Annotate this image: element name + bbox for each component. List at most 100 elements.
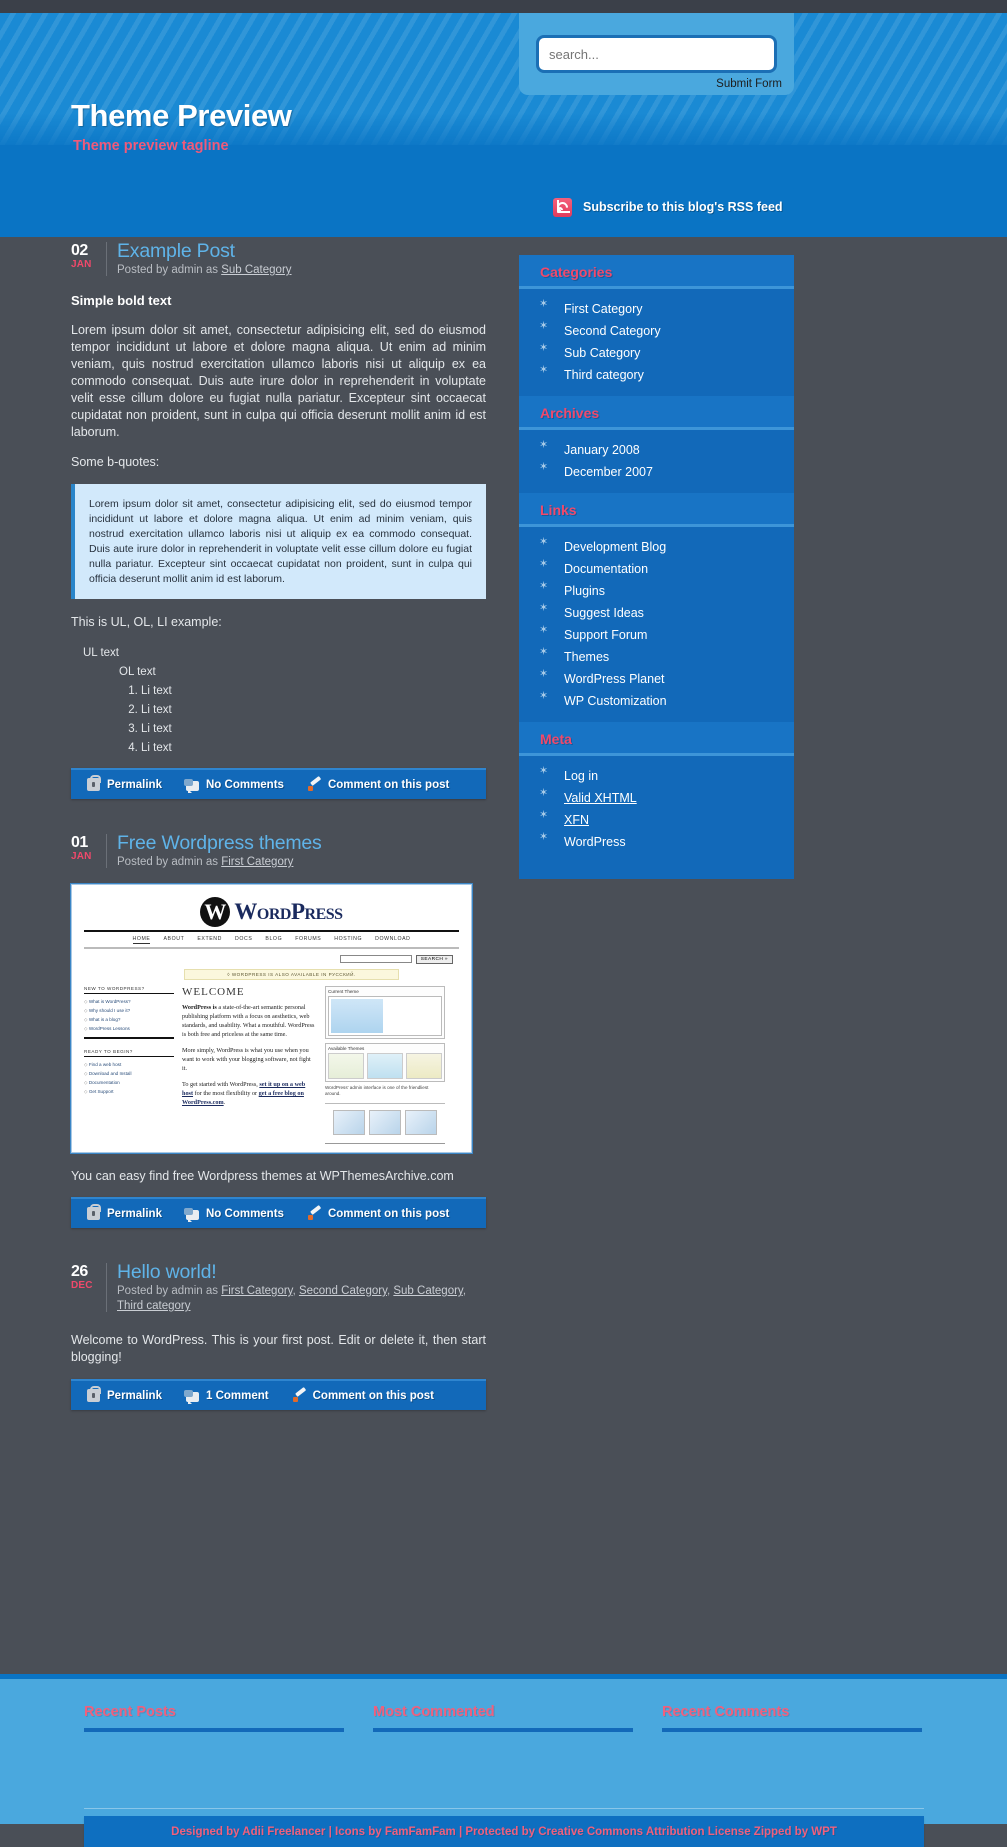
comment-on-post-button[interactable]: Comment on this post bbox=[292, 1389, 434, 1402]
search-input[interactable] bbox=[536, 35, 777, 73]
permalink-button[interactable]: Permalink bbox=[87, 775, 162, 791]
wp-nav-item[interactable]: HOME bbox=[132, 936, 151, 944]
sidebar-item-documentation[interactable]: Documentation bbox=[519, 558, 794, 580]
rss-icon bbox=[553, 197, 572, 217]
post-paragraph: Welcome to WordPress. This is your first… bbox=[71, 1333, 486, 1364]
sidebar-item-label[interactable]: Themes bbox=[564, 650, 609, 664]
post-body: Welcome to WordPress. This is your first… bbox=[71, 1332, 486, 1366]
sidebar-item-label[interactable]: XFN bbox=[564, 813, 589, 827]
sidebar-item-label[interactable]: Documentation bbox=[564, 562, 648, 576]
sidebar-item-sub-category[interactable]: Sub Category bbox=[519, 342, 794, 364]
sidebar-item-label[interactable]: Third category bbox=[564, 368, 644, 382]
sidebar-item-label[interactable]: WordPress Planet bbox=[564, 672, 665, 686]
sidebar-item-wp-customization[interactable]: WP Customization bbox=[519, 690, 794, 712]
wp-search-button[interactable]: SEARCH » bbox=[415, 955, 453, 964]
wp-left-link[interactable]: Documentation bbox=[84, 1078, 174, 1087]
rss-subscribe-banner[interactable]: Subscribe to this blog's RSS feed bbox=[519, 186, 794, 228]
post-title-link[interactable]: Free Wordpress themes bbox=[117, 832, 486, 854]
sidebar-item-label[interactable]: Valid XHTML bbox=[564, 791, 637, 805]
post-category-link[interactable]: Sub Category bbox=[221, 264, 291, 276]
top-dark-strip bbox=[0, 0, 1007, 13]
comments-count-button[interactable]: No Comments bbox=[183, 1207, 284, 1222]
sidebar-item-wordpress-planet[interactable]: WordPress Planet bbox=[519, 668, 794, 690]
list-item: Li text bbox=[141, 720, 486, 739]
permalink-label: Permalink bbox=[107, 1207, 162, 1220]
sidebar-item-xfn[interactable]: XFN bbox=[519, 809, 794, 831]
sidebar-item-december-2007[interactable]: December 2007 bbox=[519, 461, 794, 483]
sidebar-item-plugins[interactable]: Plugins bbox=[519, 580, 794, 602]
wp-left-link[interactable]: Download and Install bbox=[84, 1069, 174, 1078]
footer-col-title: Recent Comments bbox=[662, 1704, 790, 1720]
sidebar-item-label[interactable]: Suggest Ideas bbox=[564, 606, 644, 620]
wp-left-link[interactable]: What is a blog? bbox=[84, 1015, 174, 1024]
wp-footer-rule bbox=[325, 1143, 445, 1144]
post-title-link[interactable]: Example Post bbox=[117, 240, 486, 262]
wordpress-org-screenshot[interactable]: W WordPress HOME ABOUT EXTEND DOCS BLOG … bbox=[71, 884, 472, 1153]
sidebar-item-january-2008[interactable]: January 2008 bbox=[519, 439, 794, 461]
post-category-link[interactable]: Sub Category bbox=[393, 1285, 462, 1297]
star-bullet-icon bbox=[539, 766, 549, 781]
wp-left-link[interactable]: Why should I use it? bbox=[84, 1006, 174, 1015]
footer-credit-bar: Designed by Adii Freelancer | Icons by F… bbox=[84, 1816, 924, 1847]
sidebar-item-label[interactable]: Development Blog bbox=[564, 540, 666, 554]
post-action-bar: Permalink No Comments Comment on this po… bbox=[71, 1197, 486, 1228]
sidebar-item-themes[interactable]: Themes bbox=[519, 646, 794, 668]
comment-on-post-button[interactable]: Comment on this post bbox=[307, 778, 449, 791]
post-lists: UL text OL text Li text Li text Li text … bbox=[71, 644, 486, 758]
post-category-link[interactable]: First Category bbox=[221, 1285, 292, 1297]
sidebar-item-label[interactable]: Support Forum bbox=[564, 628, 647, 642]
sep: , bbox=[462, 1285, 467, 1297]
post-category-link[interactable]: First Category bbox=[221, 856, 293, 868]
permalink-button[interactable]: Permalink bbox=[87, 1386, 162, 1402]
comment-bubble-icon bbox=[183, 1389, 199, 1404]
sidebar-item-label[interactable]: WP Customization bbox=[564, 694, 667, 708]
wp-available-themes-panel: Available Themes bbox=[325, 1043, 445, 1082]
wp-nav-item[interactable]: ABOUT bbox=[163, 936, 184, 944]
comment-on-post-button[interactable]: Comment on this post bbox=[307, 1207, 449, 1220]
wp-nav-item[interactable]: FORUMS bbox=[295, 936, 321, 944]
wp-nav-item[interactable]: EXTEND bbox=[197, 936, 222, 944]
sidebar-item-log-in[interactable]: Log in bbox=[519, 765, 794, 787]
post-title-link[interactable]: Hello world! bbox=[117, 1261, 486, 1283]
wp-left-link[interactable]: Find a web host bbox=[84, 1060, 174, 1069]
star-bullet-icon bbox=[539, 365, 549, 380]
sidebar-item-support-forum[interactable]: Support Forum bbox=[519, 624, 794, 646]
wp-left-link[interactable]: What is WordPress? bbox=[84, 997, 174, 1006]
sidebar-item-label[interactable]: Plugins bbox=[564, 584, 605, 598]
post-category-link[interactable]: Second Category bbox=[299, 1285, 387, 1297]
sidebar-item-label[interactable]: January 2008 bbox=[564, 443, 640, 457]
sidebar-item-label[interactable]: Log in bbox=[564, 769, 598, 783]
comments-count-button[interactable]: No Comments bbox=[183, 778, 284, 793]
wp-nav-item[interactable]: DOCS bbox=[235, 936, 252, 944]
wp-search-input[interactable] bbox=[339, 955, 412, 963]
sidebar-item-label[interactable]: Sub Category bbox=[564, 346, 640, 360]
wp-right-column: Current Theme Available Themes WordPress… bbox=[325, 986, 445, 1144]
wp-para3-a: To get started with WordPress, bbox=[182, 1081, 260, 1088]
sidebar-item-label[interactable]: First Category bbox=[564, 302, 643, 316]
sidebar-item-wordpress[interactable]: WordPress bbox=[519, 831, 794, 853]
comments-count-button[interactable]: 1 Comment bbox=[183, 1389, 269, 1404]
sidebar-item-label[interactable]: December 2007 bbox=[564, 465, 653, 479]
wp-left-link[interactable]: WordPress Lessons bbox=[84, 1024, 174, 1033]
sidebar-item-development-blog[interactable]: Development Blog bbox=[519, 536, 794, 558]
sidebar-item-label[interactable]: WordPress bbox=[564, 835, 626, 849]
sidebar-item-suggest-ideas[interactable]: Suggest Ideas bbox=[519, 602, 794, 624]
wp-nav-item[interactable]: BLOG bbox=[265, 936, 282, 944]
widget-title: Archives bbox=[519, 396, 794, 430]
search-submit-button[interactable]: Submit Form bbox=[716, 78, 782, 90]
sidebar-item-valid-xhtml[interactable]: Valid XHTML bbox=[519, 787, 794, 809]
wp-nav-item[interactable]: DOWNLOAD bbox=[375, 936, 410, 944]
wp-paragraph-3: To get started with WordPress, set it up… bbox=[182, 1080, 317, 1107]
post-category-link[interactable]: Third category bbox=[117, 1300, 191, 1312]
permalink-button[interactable]: Permalink bbox=[87, 1204, 162, 1220]
sidebar-item-first-category[interactable]: First Category bbox=[519, 298, 794, 320]
widget-title: Categories bbox=[519, 255, 794, 289]
sidebar-item-label[interactable]: Second Category bbox=[564, 324, 661, 338]
sidebar-item-second-category[interactable]: Second Category bbox=[519, 320, 794, 342]
sidebar-item-third-category[interactable]: Third category bbox=[519, 364, 794, 386]
wp-left-link[interactable]: Get Support bbox=[84, 1087, 174, 1096]
post-subheading: Simple bold text bbox=[71, 293, 172, 308]
wp-nav-item[interactable]: HOSTING bbox=[334, 936, 362, 944]
wp-panel-caption: WordPress' admin interface is one of the… bbox=[325, 1085, 429, 1096]
post-header: 02 JAN Example Post Posted by admin as S… bbox=[71, 237, 486, 278]
